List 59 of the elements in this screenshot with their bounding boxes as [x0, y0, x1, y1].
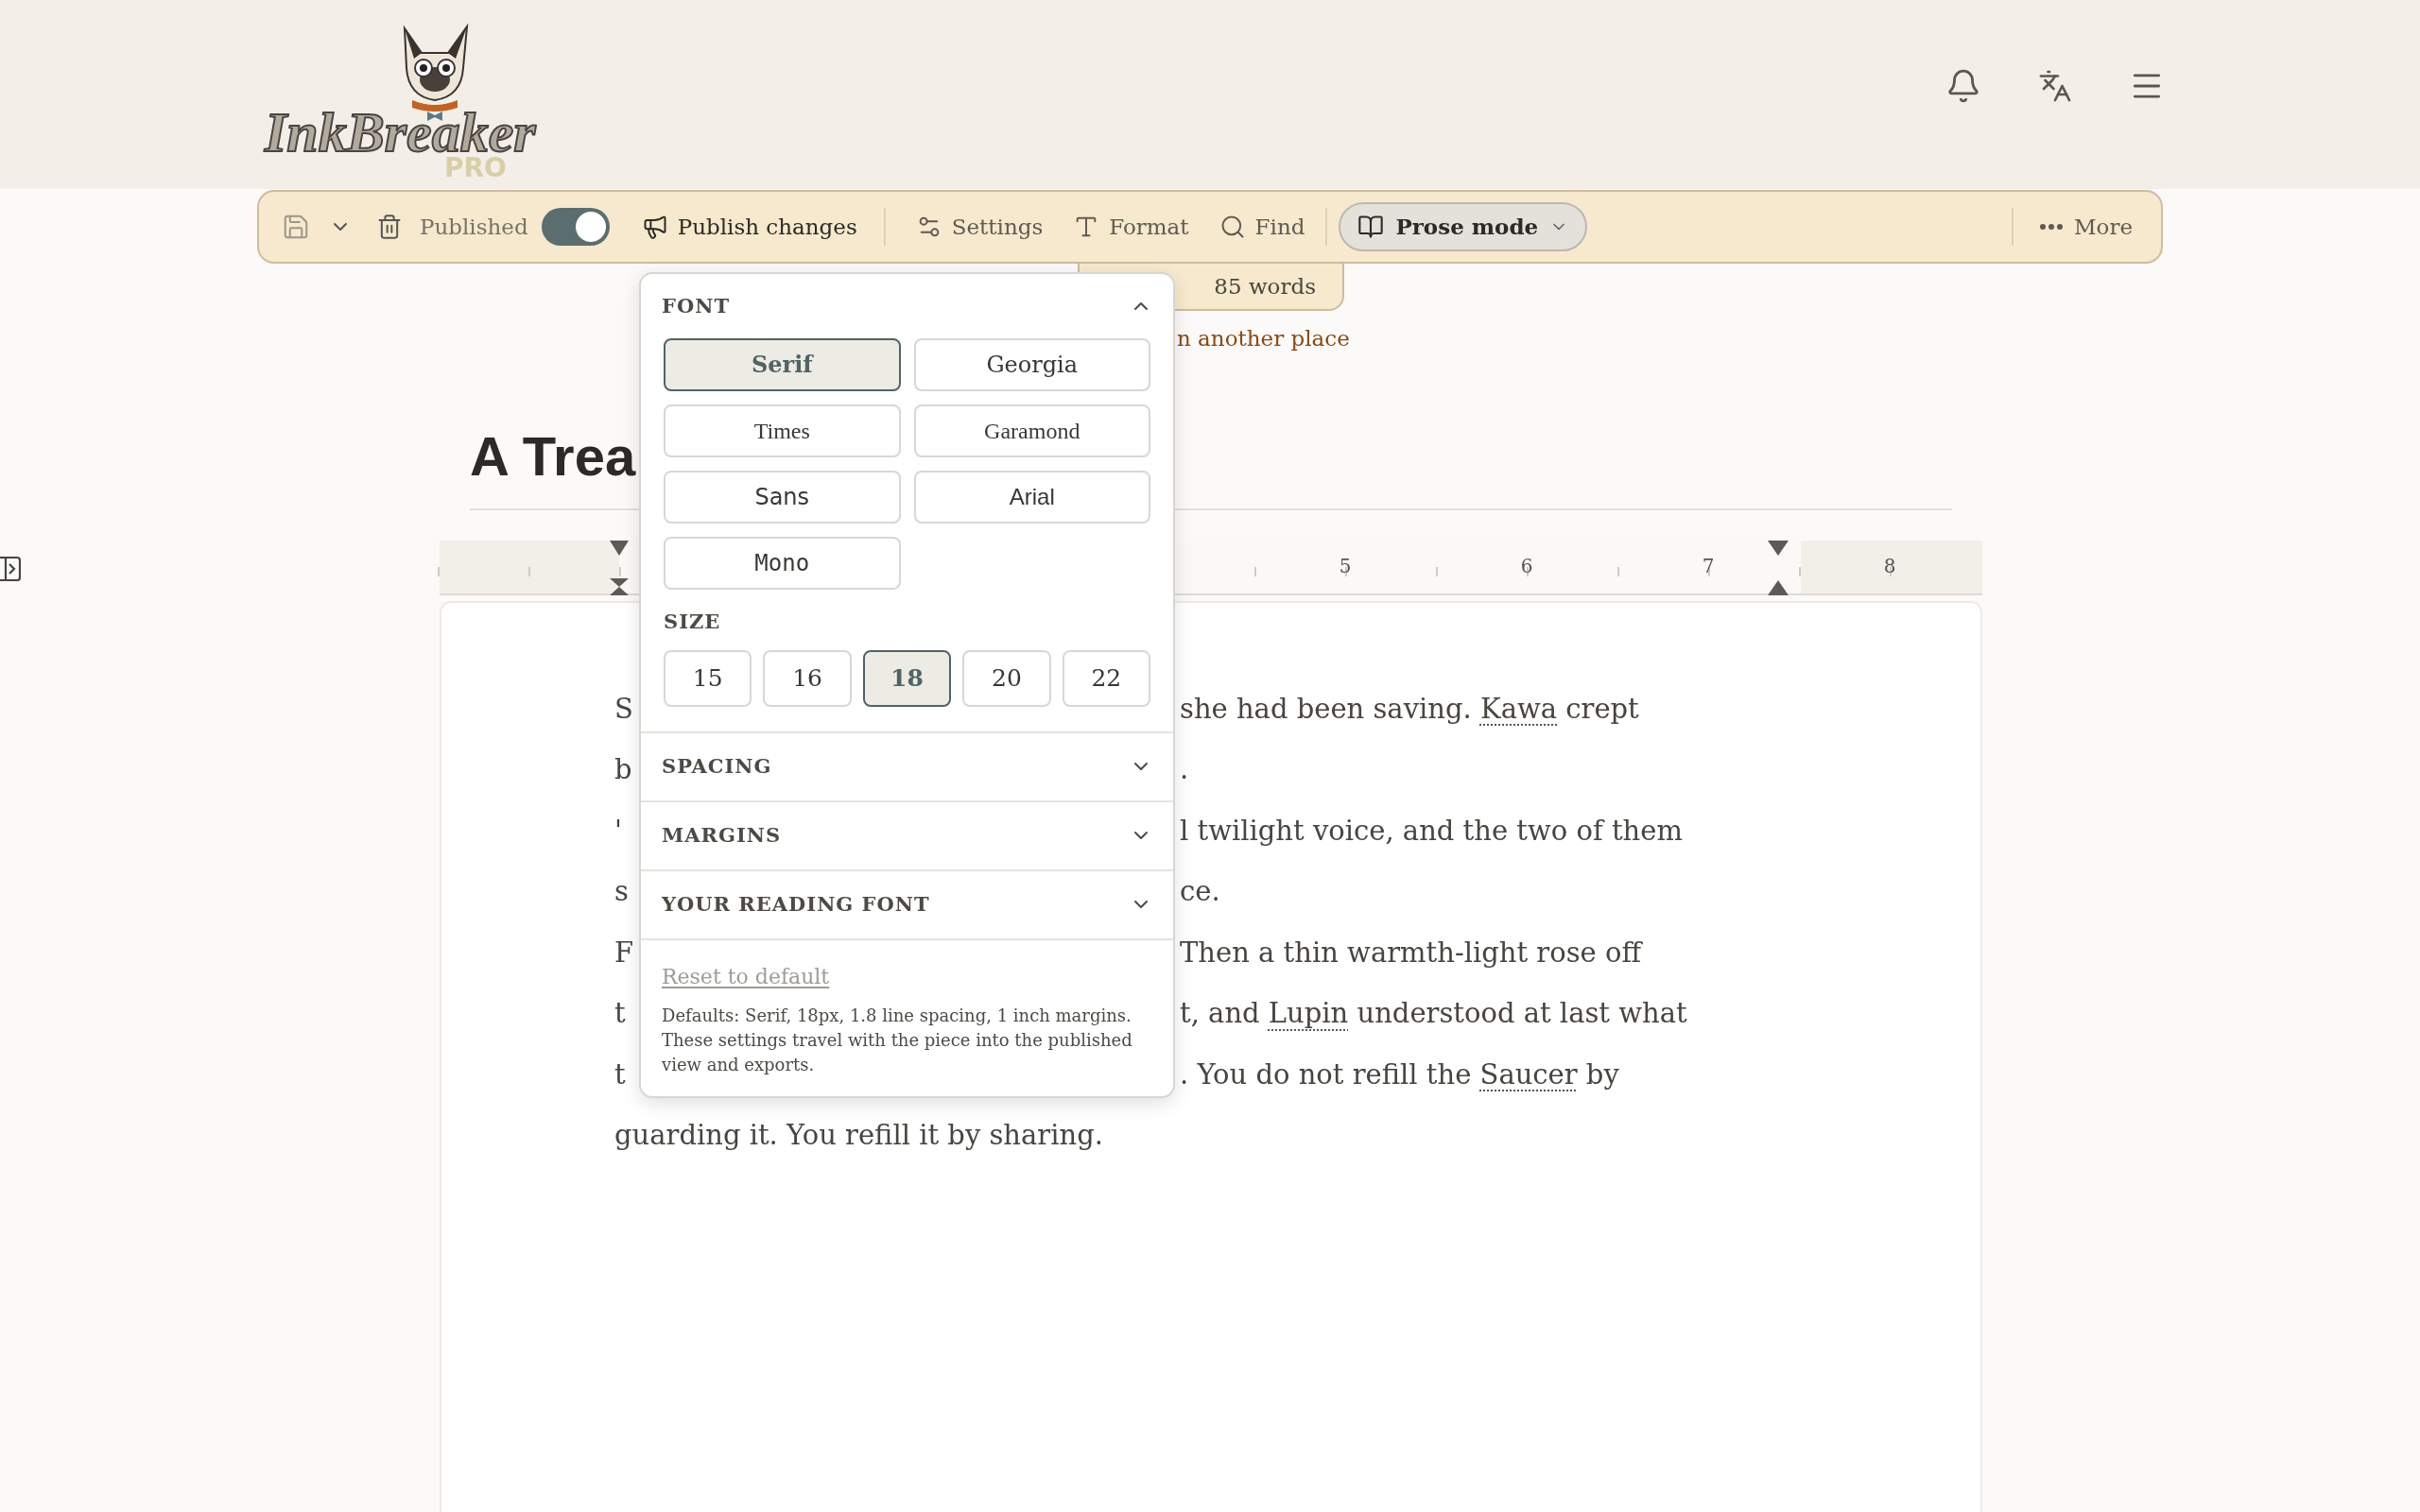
- body-text: ': [614, 814, 622, 847]
- body-text: b: [614, 753, 632, 785]
- notification-bell-icon[interactable]: [1945, 68, 1981, 104]
- status-note: n another place: [1177, 325, 1351, 352]
- font-option[interactable]: Mono: [664, 537, 901, 590]
- body-text: Then a thin warmth-light rose off: [1180, 935, 1641, 971]
- character-link[interactable]: Lupin: [1268, 997, 1349, 1029]
- body-text: s: [614, 875, 629, 907]
- right-margin-marker[interactable]: [1768, 579, 1789, 595]
- more-dots-icon: [2040, 224, 2063, 230]
- body-text: F: [614, 936, 634, 969]
- body-text: t: [614, 997, 626, 1029]
- toolbar-button[interactable]: Find: [1219, 210, 1305, 244]
- sidebar-toggle-icon[interactable]: [0, 556, 21, 582]
- more-button[interactable]: More: [2040, 210, 2133, 244]
- toolbar-button[interactable]: Format: [1073, 210, 1189, 244]
- first-line-indent-marker[interactable]: [610, 540, 629, 556]
- size-option[interactable]: 16: [763, 649, 852, 707]
- character-link[interactable]: Kawa: [1480, 692, 1558, 725]
- book-icon: [1357, 214, 1385, 240]
- left-indent-marker[interactable]: [610, 577, 629, 595]
- font-option[interactable]: Times: [664, 404, 901, 457]
- ruler-number: 8: [1883, 553, 1896, 579]
- language-icon[interactable]: [2038, 69, 2072, 103]
- body-text: .: [1180, 752, 1189, 787]
- size-option[interactable]: 20: [962, 649, 1051, 707]
- body-text: S: [614, 692, 633, 725]
- body-text: t: [614, 1057, 626, 1091]
- font-option[interactable]: Serif: [664, 338, 901, 391]
- ruler-number: 7: [1702, 553, 1715, 579]
- published-label: Published: [420, 213, 528, 241]
- size-option[interactable]: 15: [664, 649, 752, 707]
- publish-button[interactable]: Publish changes: [641, 210, 857, 244]
- section-header[interactable]: YOUR READING FONT: [641, 870, 1173, 938]
- prose-mode-dropdown[interactable]: Prose mode: [1339, 202, 1588, 251]
- size-option[interactable]: 22: [1062, 649, 1151, 707]
- published-toggle[interactable]: [541, 208, 610, 246]
- size-label: SIZE: [664, 609, 722, 635]
- character-link[interactable]: Saucer: [1479, 1057, 1578, 1091]
- ruler-number: 5: [1339, 553, 1352, 579]
- body-text: l twilight voice, and the two of them: [1180, 813, 1683, 849]
- body-text: . You do not refill the Saucer by: [1180, 1057, 1619, 1092]
- ruler-number: 6: [1520, 553, 1533, 579]
- body-text: she had been saving. Kawa crept: [1180, 691, 1639, 727]
- document-title: A Trea: [470, 428, 636, 484]
- trash-icon[interactable]: [376, 214, 403, 240]
- font-option[interactable]: Sans: [664, 471, 901, 524]
- font-option[interactable]: Georgia: [913, 338, 1150, 391]
- body-text: t, and Lupin understood at last what: [1180, 996, 1687, 1031]
- section-header[interactable]: SPACING: [641, 732, 1173, 800]
- body-text: guarding it. You refill it by sharing.: [614, 1118, 1103, 1153]
- size-option[interactable]: 18: [862, 649, 952, 707]
- right-indent-marker[interactable]: [1768, 540, 1789, 556]
- section-header[interactable]: MARGINS: [641, 801, 1173, 869]
- font-option[interactable]: Garamond: [913, 404, 1150, 457]
- font-option[interactable]: Arial: [913, 471, 1150, 524]
- body-text: ce.: [1180, 874, 1220, 909]
- toolbar-button[interactable]: Settings: [915, 210, 1044, 244]
- defaults-note: Defaults: Serif, 18px, 1.8 line spacing, 1 inch margins. These settings travel with the piece into the published view and exports.: [662, 1004, 1133, 1076]
